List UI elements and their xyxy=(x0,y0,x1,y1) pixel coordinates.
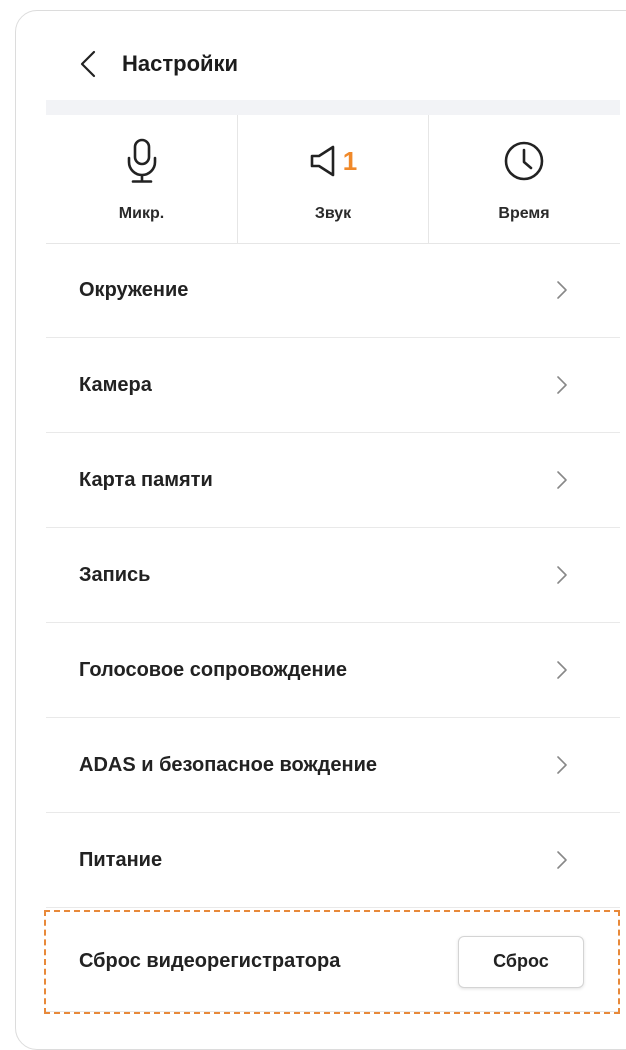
page-title: Настройки xyxy=(122,51,239,76)
menu-item-label: Окружение xyxy=(79,278,189,301)
chevron-right-icon xyxy=(552,375,572,395)
settings-menu: Окружение Камера Карта памяти Запись Гол… xyxy=(46,243,620,908)
section-divider xyxy=(46,100,620,115)
menu-item-label: ADAS и безопасное вождение xyxy=(79,753,377,776)
menu-item-environment[interactable]: Окружение xyxy=(46,243,620,338)
menu-item-label: Голосовое сопровождение xyxy=(79,658,348,681)
quick-time-button[interactable]: Время xyxy=(428,115,619,243)
chevron-right-icon xyxy=(552,280,572,300)
menu-item-recording[interactable]: Запись xyxy=(46,528,620,623)
menu-item-camera[interactable]: Камера xyxy=(46,338,620,433)
microphone-icon xyxy=(127,138,156,183)
chevron-right-icon xyxy=(552,565,572,585)
header: Настройки xyxy=(46,28,606,100)
sound-level-value: 1 xyxy=(342,146,358,176)
chevron-left-icon xyxy=(80,50,96,78)
menu-item-voice-guidance[interactable]: Голосовое сопровождение xyxy=(46,623,620,718)
quick-time-label: Время xyxy=(498,205,550,222)
menu-item-label: Запись xyxy=(79,563,151,586)
menu-item-label: Карта памяти xyxy=(79,468,213,491)
highlight-frame xyxy=(44,910,620,1014)
chevron-right-icon xyxy=(552,755,572,775)
quick-settings: Микр. 1 Звук Время xyxy=(46,115,620,244)
quick-sound-button[interactable]: 1 Звук xyxy=(237,115,428,243)
chevron-right-icon xyxy=(552,470,572,490)
chevron-right-icon xyxy=(552,850,572,870)
menu-item-adas[interactable]: ADAS и безопасное вождение xyxy=(46,718,620,813)
clock-icon xyxy=(504,141,544,181)
menu-item-label: Питание xyxy=(79,848,163,871)
menu-item-label: Камера xyxy=(79,373,152,396)
back-button[interactable] xyxy=(70,46,106,82)
quick-mic-label: Микр. xyxy=(118,205,165,222)
quick-mic-button[interactable]: Микр. xyxy=(46,115,237,243)
menu-item-power[interactable]: Питание xyxy=(46,813,620,908)
menu-item-memory-card[interactable]: Карта памяти xyxy=(46,433,620,528)
speaker-icon xyxy=(310,145,335,177)
chevron-right-icon xyxy=(552,660,572,680)
quick-sound-label: Звук xyxy=(314,205,352,222)
